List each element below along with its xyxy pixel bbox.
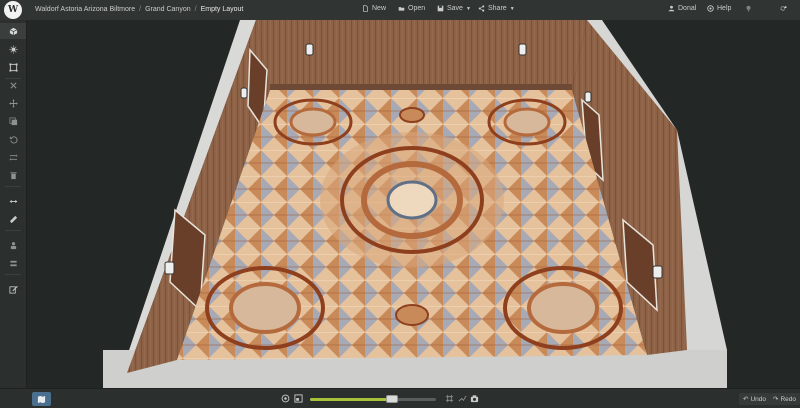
gears-icon [780, 6, 787, 11]
folder-icon [398, 7, 405, 11]
back-wall [256, 20, 587, 90]
wall-sconce [584, 91, 592, 103]
ruler-tool[interactable] [0, 211, 26, 227]
floorplan-icon[interactable] [294, 394, 303, 403]
save-button-label: Save [447, 5, 463, 12]
chevron-down-icon: ▼ [465, 5, 471, 12]
new-file-icon [363, 5, 368, 12]
undo-button-label: Undo [750, 395, 766, 403]
help-button-label: Help [717, 5, 732, 12]
new-button[interactable]: New [362, 5, 386, 12]
cube-icon [9, 27, 17, 35]
share-button[interactable]: Share ▼ [478, 5, 515, 12]
user-menu[interactable]: Donal [668, 5, 696, 12]
open-button[interactable]: Open [398, 5, 425, 12]
edit-tool[interactable] [0, 281, 26, 297]
swap-tool[interactable] [0, 149, 26, 165]
3d-view-tool[interactable] [0, 23, 26, 39]
trash-tool[interactable] [0, 167, 26, 183]
camera-icon[interactable] [470, 394, 479, 403]
edit-icon [8, 285, 18, 294]
redo-icon: ↷ [773, 396, 779, 403]
share-button-label: Share [488, 5, 507, 12]
move-tool[interactable] [0, 95, 26, 111]
lighting-tool[interactable] [0, 41, 26, 57]
toolbar-divider [5, 230, 21, 231]
redo-button[interactable]: ↷ Redo [769, 393, 800, 405]
breadcrumb-venue[interactable]: Waldorf Astoria Arizona Biltmore [35, 6, 135, 13]
ruler-icon [9, 215, 17, 223]
line-chart-icon[interactable] [458, 394, 467, 403]
user-icon [668, 5, 675, 12]
map-icon [37, 395, 46, 403]
attendees-tool[interactable] [0, 237, 26, 253]
help-button[interactable]: Help [707, 5, 731, 12]
zoom-slider-fill [310, 398, 392, 401]
copy-icon [9, 117, 17, 125]
new-button-label: New [372, 5, 387, 12]
select-box-icon [8, 62, 18, 72]
toolbar-divider [5, 274, 21, 275]
grid-icon[interactable] [445, 394, 454, 403]
measure-icon [9, 199, 17, 203]
layers-tool[interactable] [0, 255, 26, 271]
room-render [103, 20, 727, 388]
rotate-tool[interactable] [0, 131, 26, 147]
swap-icon [8, 153, 18, 161]
trash-icon [9, 171, 17, 179]
left-toolbar [0, 20, 27, 388]
breadcrumb-layout: Empty Layout [200, 6, 244, 13]
people-icon [10, 241, 16, 249]
toolbar-divider [5, 186, 21, 187]
bottom-bar: ↶ Undo ↷ Redo [0, 388, 800, 408]
settings-button[interactable] [780, 5, 787, 12]
move-icon [8, 98, 18, 108]
wall-sconce [240, 87, 248, 99]
zoom-slider-thumb[interactable] [385, 395, 398, 403]
measure-tool[interactable] [0, 193, 26, 209]
3d-viewport[interactable] [27, 20, 800, 388]
zoom-slider[interactable] [310, 395, 436, 403]
map-view-button[interactable] [32, 392, 51, 406]
wall-sconce [652, 265, 663, 279]
delete-tool[interactable] [0, 77, 26, 93]
save-icon [437, 5, 444, 12]
breadcrumb-separator: / [194, 6, 197, 13]
copy-tool[interactable] [0, 113, 26, 129]
stack-icon [9, 260, 17, 266]
save-button[interactable]: Save ▼ [437, 5, 471, 12]
close-icon [9, 81, 17, 89]
help-icon [707, 5, 714, 12]
wall-sconce [305, 43, 314, 56]
app-window: W Waldorf Astoria Arizona Biltmore / Gra… [0, 0, 800, 408]
app-logo[interactable]: W [4, 1, 22, 19]
undo-button[interactable]: ↶ Undo [739, 393, 770, 405]
target-icon[interactable] [281, 394, 290, 403]
top-bar: W Waldorf Astoria Arizona Biltmore / Gra… [0, 0, 800, 20]
share-icon [478, 5, 485, 12]
open-button-label: Open [408, 5, 426, 12]
undo-icon [9, 135, 17, 144]
chevron-down-icon: ▼ [509, 5, 515, 12]
light-icon [8, 44, 18, 54]
wall-sconce [164, 261, 175, 275]
breadcrumb-room[interactable]: Grand Canyon [145, 6, 191, 13]
user-name: Donal [678, 5, 697, 12]
wall-sconce [518, 43, 527, 56]
lightbulb-icon [746, 5, 751, 12]
breadcrumb-separator: / [139, 6, 142, 13]
undo-icon: ↶ [743, 396, 749, 403]
redo-button-label: Redo [780, 395, 796, 403]
tips-button[interactable] [745, 5, 752, 12]
breadcrumb: Waldorf Astoria Arizona Biltmore / Grand… [35, 6, 243, 13]
select-tool[interactable] [0, 59, 26, 75]
